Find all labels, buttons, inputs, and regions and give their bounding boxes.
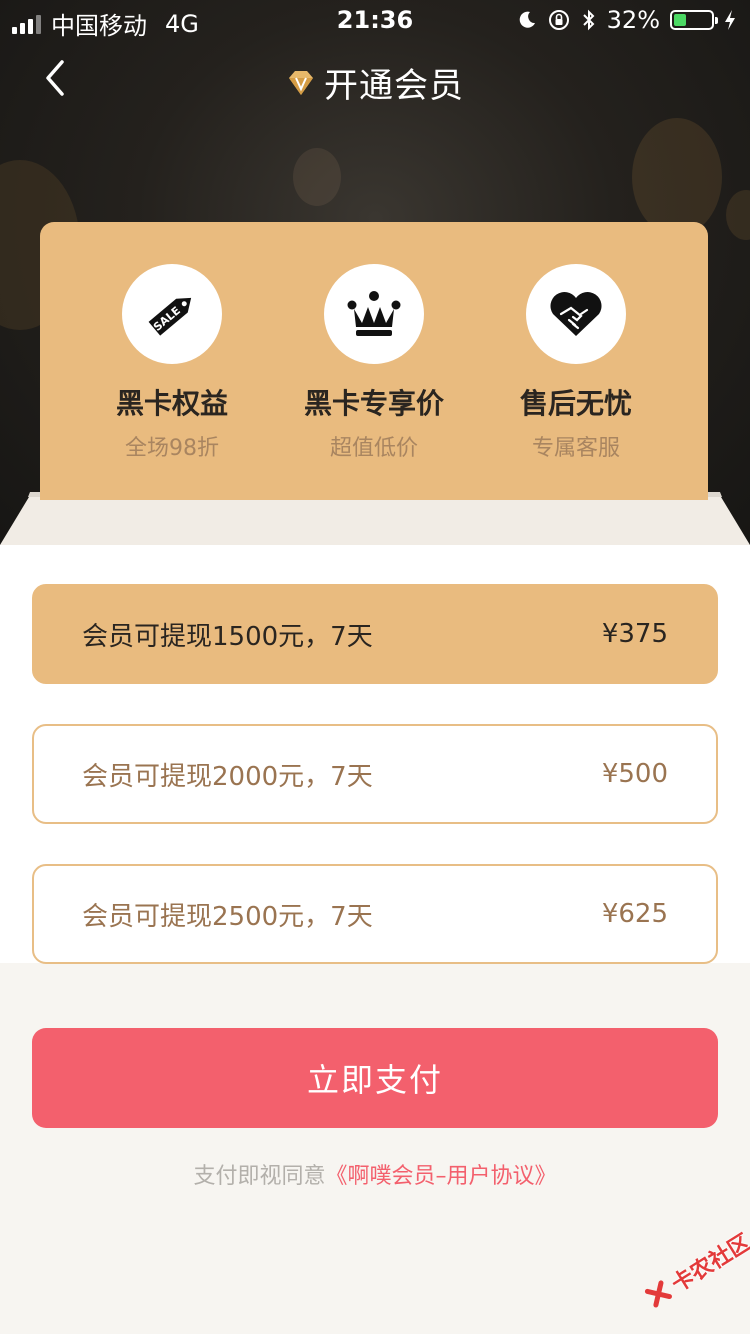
agreement-prefix: 支付即视同意 <box>193 1164 326 1189</box>
user-agreement-link[interactable]: 《啊噗会员–用户协议》 <box>326 1164 557 1189</box>
status-bar: 中国移动 4G 21:36 32% <box>0 0 750 40</box>
benefit-item: SALE 黑卡权益 全场98折 <box>72 264 272 462</box>
bluetooth-icon <box>582 9 595 31</box>
rotation-lock-icon <box>548 10 569 30</box>
benefit-subtitle: 超值低价 <box>329 436 418 461</box>
benefit-icon-circle <box>526 264 626 364</box>
nav-bar: 开通会员 <box>0 40 750 128</box>
agreement-notice: 支付即视同意《啊噗会员–用户协议》 <box>0 1158 750 1190</box>
battery-icon <box>670 10 718 30</box>
benefit-icon-circle <box>324 264 424 364</box>
benefit-item: 售后无忧 专属客服 <box>476 264 676 462</box>
battery-percent: 32% <box>606 6 660 34</box>
plan-option-1500[interactable]: 会员可提现1500元，7天 ¥375 <box>32 584 718 684</box>
handshake-heart-icon <box>550 291 602 336</box>
decor-bubble <box>726 190 750 240</box>
sale-tag-icon: SALE <box>148 297 192 336</box>
plan-price: ¥500 <box>601 759 668 789</box>
watermark-text: 卡农社区 <box>667 1229 750 1298</box>
charging-icon <box>725 10 735 30</box>
membership-benefits-card: SALE 黑卡权益 全场98折 黑卡专享价 超值低价 售后无忧 专属客服 <box>40 222 708 500</box>
plan-label: 会员可提现2000元，7天 <box>82 761 373 792</box>
watermark: 卡农社区 <box>633 1211 750 1325</box>
plan-option-2500[interactable]: 会员可提现2500元，7天 ¥625 <box>32 864 718 964</box>
crown-icon <box>347 291 401 336</box>
diamond-icon <box>289 70 313 95</box>
plan-list: 会员可提现1500元，7天 ¥375 会员可提现2000元，7天 ¥500 会员… <box>0 545 750 964</box>
decor-bubble <box>632 118 722 236</box>
page-title: 开通会员 <box>324 66 464 106</box>
benefit-subtitle: 全场98折 <box>125 436 219 461</box>
decor-bubble <box>293 148 341 206</box>
benefit-title: 黑卡权益 <box>115 387 228 420</box>
plan-label: 会员可提现2500元，7天 <box>82 901 373 932</box>
benefit-icon-circle: SALE <box>122 264 222 364</box>
benefit-title: 黑卡专享价 <box>303 387 444 420</box>
watermark-logo-icon <box>644 1280 672 1308</box>
plan-label: 会员可提现1500元，7天 <box>82 621 373 652</box>
plan-price: ¥375 <box>601 619 668 649</box>
plan-price: ¥625 <box>601 899 668 929</box>
benefit-item: 黑卡专享价 超值低价 <box>274 264 474 462</box>
pay-now-button[interactable]: 立即支付 <box>32 1028 718 1128</box>
benefit-title: 售后无忧 <box>519 387 632 420</box>
benefit-subtitle: 专属客服 <box>531 436 620 461</box>
moon-icon <box>519 11 535 28</box>
plan-option-2000[interactable]: 会员可提现2000元，7天 ¥500 <box>32 724 718 824</box>
